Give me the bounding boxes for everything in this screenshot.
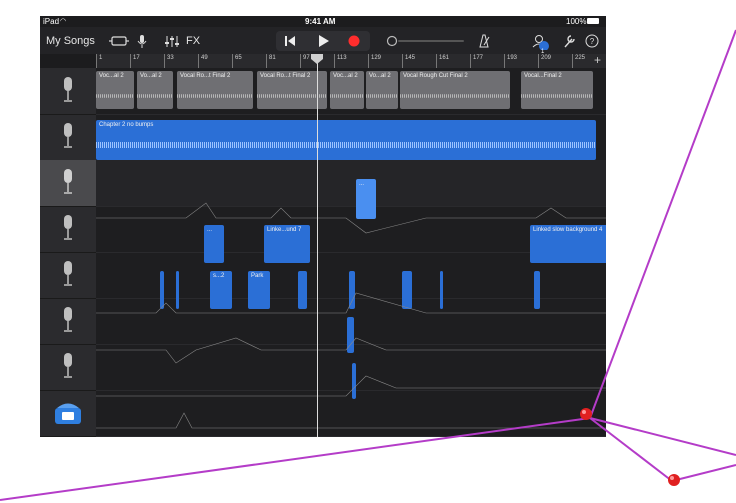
pushpin-icon xyxy=(668,474,680,486)
cable-overlay xyxy=(0,29,736,501)
pushpin-icon xyxy=(580,408,592,420)
